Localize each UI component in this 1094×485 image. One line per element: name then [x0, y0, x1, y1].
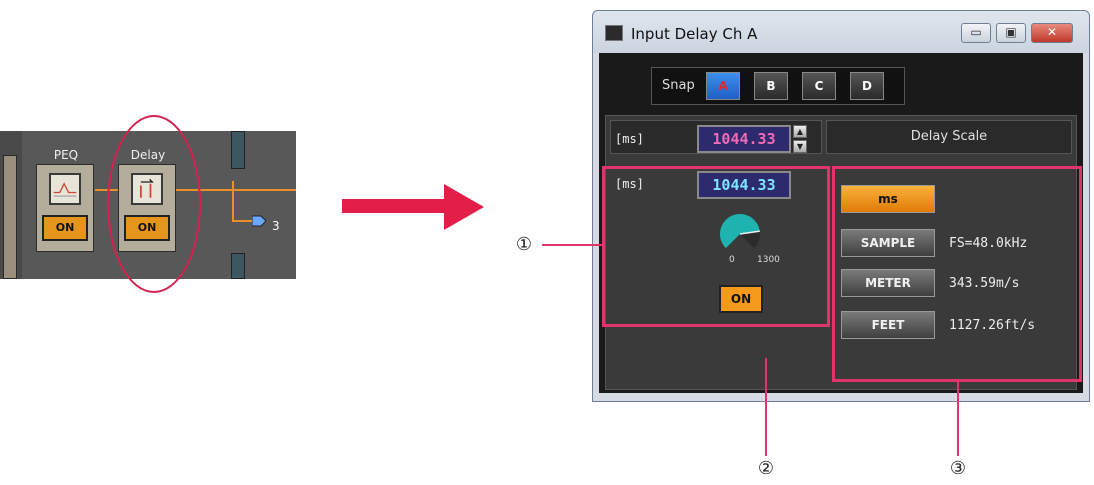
arrow-shaft [342, 199, 446, 213]
callout-number-3: ③ [949, 458, 967, 479]
output-port-icon [252, 215, 266, 227]
signal-branch-line [232, 181, 234, 221]
callout-number-1: ① [515, 234, 533, 255]
level-meter [231, 131, 245, 169]
snap-button-a[interactable]: A [706, 72, 740, 100]
snap-label: Snap [662, 78, 695, 93]
callout-line-3 [957, 380, 959, 456]
signal-branch-line [232, 220, 254, 222]
app-icon [605, 25, 623, 41]
snap-bar: Snap A B C D [651, 67, 905, 105]
minimize-button[interactable]: ▭ [961, 23, 991, 43]
level-meter [231, 253, 245, 279]
callout-box-3 [832, 166, 1082, 382]
peq-on-button[interactable]: ON [42, 215, 88, 241]
callout-number-2: ② [757, 458, 775, 479]
title-bar[interactable]: Input Delay Ch A ▭ ▣ ✕ [593, 11, 1089, 53]
diagram-left-block [3, 155, 17, 279]
unit-label-1: [ms] [615, 132, 644, 146]
callout-box-1 [602, 166, 830, 327]
callout-line-2 [765, 358, 767, 456]
close-button[interactable]: ✕ [1031, 23, 1073, 43]
output-number: 3 [272, 219, 280, 233]
peq-curve-icon [49, 173, 81, 205]
delay-value-input[interactable]: 1044.33 [697, 125, 791, 153]
peq-block[interactable]: ON [36, 164, 94, 252]
peq-label: PEQ [53, 148, 79, 162]
spin-down-button[interactable]: ▼ [793, 140, 807, 153]
snap-button-b[interactable]: B [754, 72, 788, 100]
snap-button-d[interactable]: D [850, 72, 884, 100]
window-title: Input Delay Ch A [631, 25, 758, 43]
snap-button-c[interactable]: C [802, 72, 836, 100]
callout-line-1 [542, 244, 602, 246]
highlight-oval [107, 115, 201, 293]
spin-up-button[interactable]: ▲ [793, 125, 807, 138]
delay-scale-header: Delay Scale [826, 120, 1072, 154]
delay-spinner: ▲ ▼ [793, 125, 807, 153]
arrow-right-icon [444, 184, 484, 230]
maximize-button[interactable]: ▣ [996, 23, 1026, 43]
